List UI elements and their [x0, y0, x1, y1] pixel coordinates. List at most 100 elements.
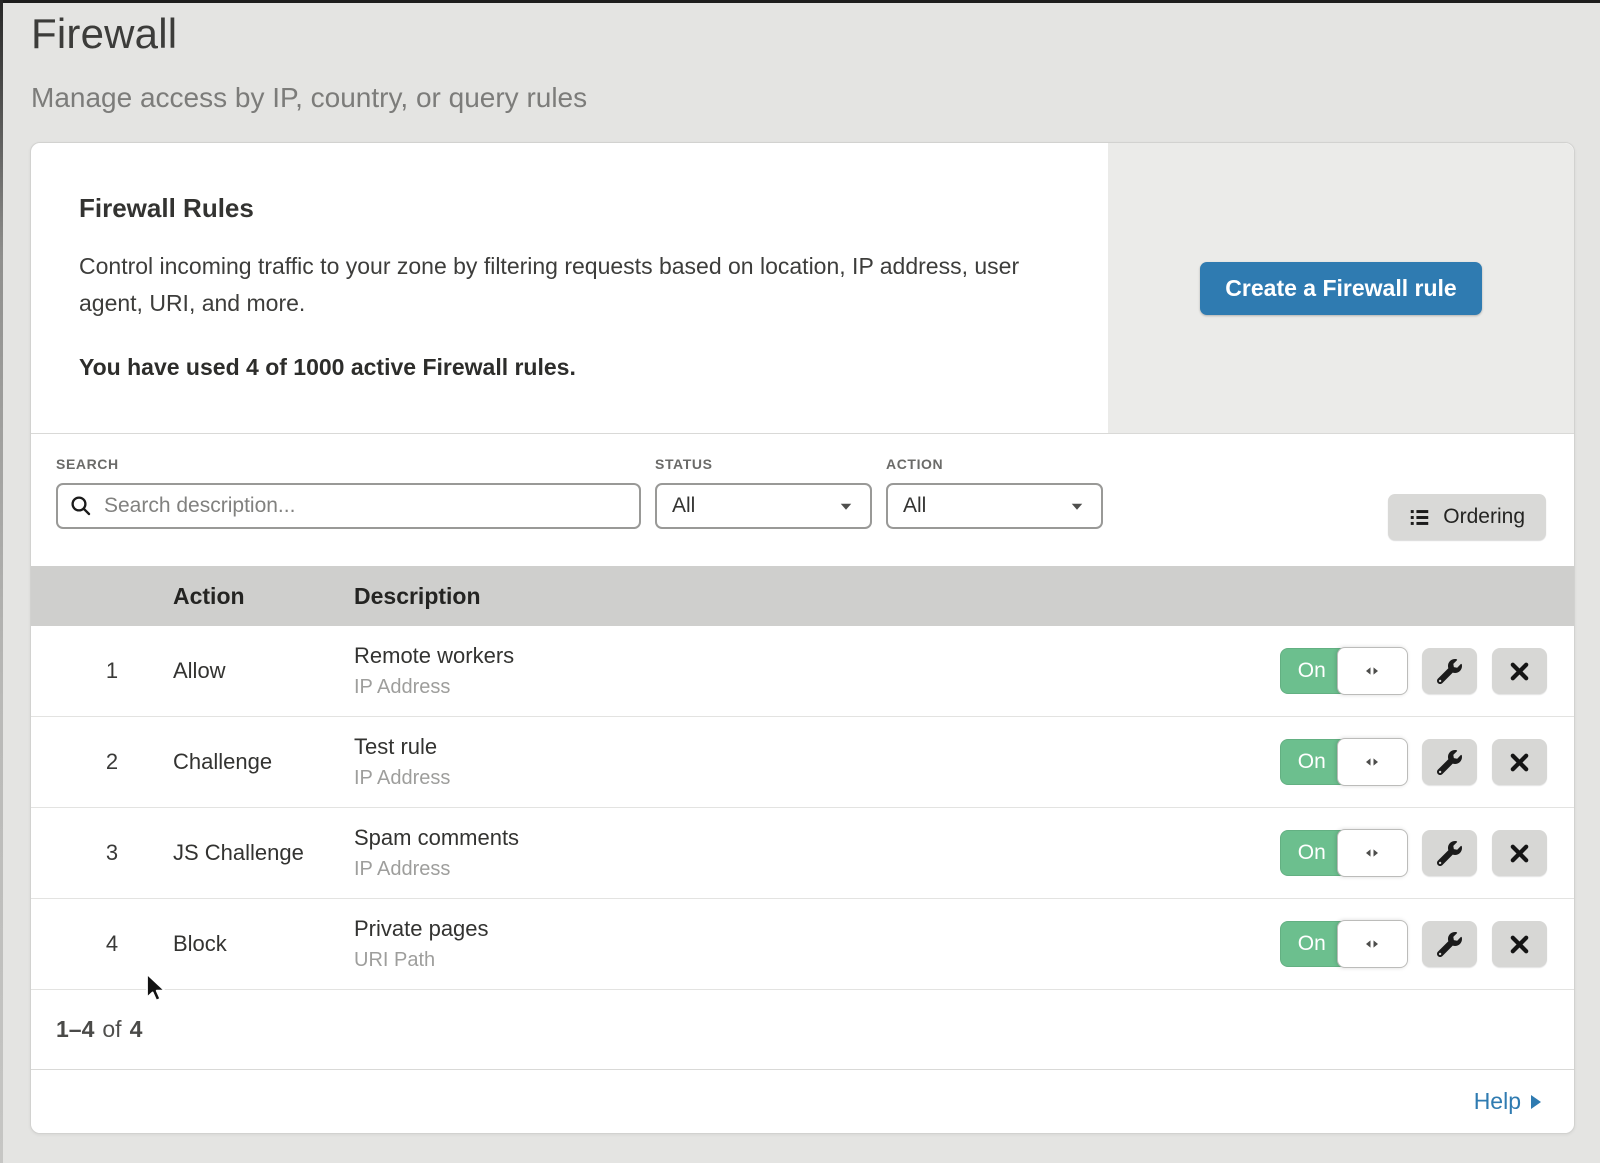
card-footer: Help — [31, 1070, 1574, 1133]
ordering-button-label: Ordering — [1443, 505, 1525, 529]
toggle-on-label: On — [1280, 830, 1344, 876]
toggle-handle[interactable] — [1337, 647, 1408, 695]
screen-top-edge — [0, 0, 1600, 3]
page-subtitle: Manage access by IP, country, or query r… — [31, 82, 1600, 114]
table-header-row: Action Description — [31, 566, 1574, 626]
rule-action: Challenge — [173, 749, 354, 775]
table-header-description: Description — [354, 583, 1234, 610]
rule-enabled-toggle[interactable]: On — [1280, 921, 1407, 967]
table-row: 4 Block Private pages URI Path On — [31, 899, 1574, 990]
firewall-rules-intro: Firewall Rules Control incoming traffic … — [31, 143, 1574, 434]
action-label: ACTION — [886, 456, 1103, 472]
list-icon — [1409, 507, 1430, 528]
left-right-arrows-icon — [1362, 752, 1382, 772]
search-input-wrap — [56, 483, 641, 529]
page-header: Firewall Manage access by IP, country, o… — [0, 0, 1600, 114]
status-filter-group: STATUS All — [655, 456, 872, 529]
screen-left-edge — [0, 0, 3, 1163]
rule-match-type: IP Address — [354, 858, 1234, 881]
wrench-icon — [1437, 841, 1462, 866]
toggle-on-label: On — [1280, 739, 1344, 785]
toggle-on-label: On — [1280, 648, 1344, 694]
firewall-rules-card: Firewall Rules Control incoming traffic … — [30, 142, 1575, 1134]
help-link[interactable]: Help — [1474, 1088, 1541, 1115]
action-select[interactable]: All — [886, 483, 1103, 529]
rule-controls: On — [1234, 739, 1574, 785]
x-icon — [1508, 660, 1531, 683]
create-rule-panel: Create a Firewall rule — [1108, 143, 1574, 433]
search-label: SEARCH — [56, 456, 641, 472]
rule-description: Spam comments — [354, 825, 1234, 851]
status-selected-value: All — [672, 494, 695, 518]
rule-controls: On — [1234, 921, 1574, 967]
status-select[interactable]: All — [655, 483, 872, 529]
filters-bar: SEARCH STATUS All ACTION All — [31, 434, 1574, 566]
rule-controls: On — [1234, 830, 1574, 876]
rule-description-cell: Remote workers IP Address — [354, 643, 1234, 699]
rule-match-type: URI Path — [354, 949, 1234, 972]
left-right-arrows-icon — [1362, 934, 1382, 954]
delete-rule-button[interactable] — [1492, 921, 1547, 967]
delete-rule-button[interactable] — [1492, 830, 1547, 876]
firewall-rules-usage: You have used 4 of 1000 active Firewall … — [79, 354, 1068, 381]
x-icon — [1508, 751, 1531, 774]
firewall-rules-heading: Firewall Rules — [79, 193, 1068, 224]
rule-description: Private pages — [354, 916, 1234, 942]
chevron-down-icon — [837, 497, 855, 515]
rule-enabled-toggle[interactable]: On — [1280, 648, 1407, 694]
edit-rule-button[interactable] — [1422, 648, 1477, 694]
rule-description-cell: Spam comments IP Address — [354, 825, 1234, 881]
pagination-total: 4 — [130, 1016, 143, 1043]
left-right-arrows-icon — [1362, 843, 1382, 863]
action-selected-value: All — [903, 494, 926, 518]
rule-description: Remote workers — [354, 643, 1234, 669]
delete-rule-button[interactable] — [1492, 739, 1547, 785]
rule-number: 1 — [31, 658, 173, 684]
rule-description-cell: Test rule IP Address — [354, 734, 1234, 790]
edit-rule-button[interactable] — [1422, 739, 1477, 785]
rule-description-cell: Private pages URI Path — [354, 916, 1234, 972]
page-title: Firewall — [31, 10, 1600, 58]
x-icon — [1508, 842, 1531, 865]
create-firewall-rule-button[interactable]: Create a Firewall rule — [1200, 262, 1481, 315]
right-triangle-icon — [1531, 1095, 1541, 1109]
rule-enabled-toggle[interactable]: On — [1280, 739, 1407, 785]
rule-enabled-toggle[interactable]: On — [1280, 830, 1407, 876]
table-row: 2 Challenge Test rule IP Address On — [31, 717, 1574, 808]
pagination-bar: 1–4 of 4 — [31, 990, 1574, 1070]
rule-description: Test rule — [354, 734, 1234, 760]
chevron-down-icon — [1068, 497, 1086, 515]
toggle-handle[interactable] — [1337, 829, 1408, 877]
search-icon — [69, 494, 93, 518]
ordering-button[interactable]: Ordering — [1388, 494, 1546, 540]
rule-number: 3 — [31, 840, 173, 866]
table-row: 3 JS Challenge Spam comments IP Address … — [31, 808, 1574, 899]
rule-match-type: IP Address — [354, 767, 1234, 790]
toggle-on-label: On — [1280, 921, 1344, 967]
left-right-arrows-icon — [1362, 661, 1382, 681]
rule-number: 4 — [31, 931, 173, 957]
pagination-of: of — [102, 1016, 121, 1043]
rule-action: Allow — [173, 658, 354, 684]
firewall-rules-description: Control incoming traffic to your zone by… — [79, 248, 1029, 322]
x-icon — [1508, 933, 1531, 956]
toggle-handle[interactable] — [1337, 920, 1408, 968]
table-header-action: Action — [173, 583, 354, 610]
wrench-icon — [1437, 750, 1462, 775]
pagination-range: 1–4 — [56, 1016, 94, 1043]
rule-controls: On — [1234, 648, 1574, 694]
edit-rule-button[interactable] — [1422, 830, 1477, 876]
wrench-icon — [1437, 932, 1462, 957]
wrench-icon — [1437, 659, 1462, 684]
firewall-page: Firewall Manage access by IP, country, o… — [0, 0, 1600, 1163]
edit-rule-button[interactable] — [1422, 921, 1477, 967]
delete-rule-button[interactable] — [1492, 648, 1547, 694]
rule-number: 2 — [31, 749, 173, 775]
rule-action: JS Challenge — [173, 840, 354, 866]
search-filter-group: SEARCH — [56, 456, 641, 529]
table-row: 1 Allow Remote workers IP Address On — [31, 626, 1574, 717]
toggle-handle[interactable] — [1337, 738, 1408, 786]
rule-action: Block — [173, 931, 354, 957]
search-input[interactable] — [56, 483, 641, 529]
action-filter-group: ACTION All — [886, 456, 1103, 529]
